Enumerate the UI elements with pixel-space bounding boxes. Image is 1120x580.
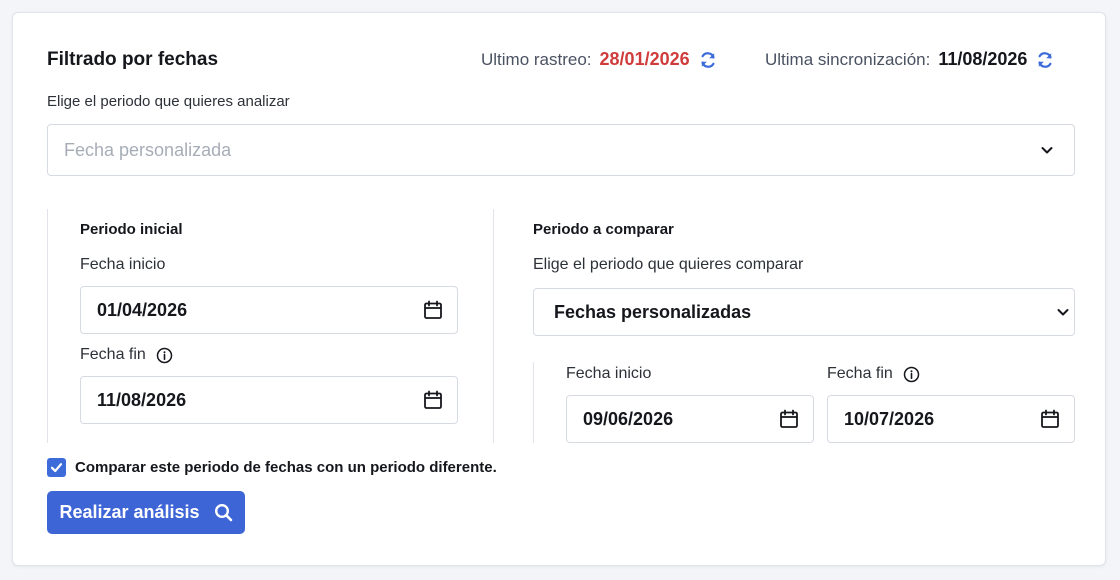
- info-icon[interactable]: [156, 347, 173, 364]
- info-icon[interactable]: [903, 366, 920, 383]
- last-crawl-date: 28/01/2026: [599, 49, 690, 69]
- initial-end-label: Fecha fin: [80, 346, 173, 364]
- initial-start-label: Fecha inicio: [80, 256, 165, 274]
- period-select[interactable]: Fecha personalizada: [47, 124, 1075, 176]
- calendar-icon[interactable]: [423, 300, 443, 320]
- analyze-button[interactable]: Realizar análisis: [47, 491, 245, 534]
- initial-start-date-value: 01/04/2026: [97, 299, 188, 320]
- compare-end-date-input[interactable]: 10/07/2026: [827, 395, 1075, 443]
- compare-checkbox-row[interactable]: Comparar este periodo de fechas con un p…: [47, 458, 497, 477]
- initial-end-label-text: Fecha fin: [80, 346, 146, 363]
- last-sync-date: 11/08/2026: [938, 49, 1028, 69]
- compare-start-date-value: 09/06/2026: [583, 408, 674, 429]
- section-divider: [47, 209, 48, 443]
- initial-end-date-value: 11/08/2026: [97, 389, 187, 410]
- refresh-icon[interactable]: [698, 50, 718, 70]
- compare-select-label: Elige el periodo que quieres comparar: [533, 256, 803, 274]
- last-crawl-info: Ultimo rastreo: 28/01/2026: [481, 49, 718, 70]
- compare-end-label-text: Fecha fin: [827, 365, 893, 382]
- compare-start-date-input[interactable]: 09/06/2026: [566, 395, 814, 443]
- period-select-label: Elige el periodo que quieres analizar: [47, 93, 290, 110]
- compare-checkbox[interactable]: [47, 458, 66, 477]
- calendar-icon[interactable]: [423, 390, 443, 410]
- chevron-down-icon: [1056, 305, 1070, 319]
- compare-end-date-value: 10/07/2026: [844, 408, 935, 429]
- initial-end-date-input[interactable]: 11/08/2026: [80, 376, 458, 424]
- compare-period-title: Periodo a comparar: [533, 221, 674, 238]
- refresh-icon[interactable]: [1035, 50, 1055, 70]
- calendar-icon[interactable]: [779, 409, 799, 429]
- compare-start-label: Fecha inicio: [566, 365, 651, 383]
- compare-start-label-text: Fecha inicio: [566, 365, 652, 382]
- period-select-placeholder: Fecha personalizada: [64, 139, 232, 160]
- initial-start-label-text: Fecha inicio: [80, 256, 166, 273]
- compare-period-select[interactable]: Fechas personalizadas: [533, 288, 1075, 336]
- initial-period-title: Periodo inicial: [80, 221, 183, 238]
- initial-start-date-input[interactable]: 01/04/2026: [80, 286, 458, 334]
- search-icon: [214, 503, 233, 522]
- analyze-button-label: Realizar análisis: [59, 502, 200, 522]
- last-sync-label: Ultima sincronización:: [765, 49, 931, 69]
- compare-end-label: Fecha fin: [827, 365, 920, 383]
- last-sync-info: Ultima sincronización: 11/08/2026: [765, 49, 1055, 70]
- chevron-down-icon: [1040, 143, 1054, 157]
- calendar-icon[interactable]: [1040, 409, 1060, 429]
- section-divider: [493, 209, 494, 443]
- compare-dates-divider: [533, 362, 534, 443]
- date-filter-card: Filtrado por fechas Ultimo rastreo: 28/0…: [12, 12, 1106, 566]
- compare-select-label-text: Elige el periodo que quieres comparar: [533, 256, 804, 273]
- last-crawl-label: Ultimo rastreo:: [481, 49, 592, 69]
- compare-period-select-value: Fechas personalizadas: [554, 301, 752, 322]
- compare-checkbox-label[interactable]: Comparar este periodo de fechas con un p…: [75, 459, 497, 476]
- check-icon: [50, 463, 63, 473]
- page-title: Filtrado por fechas: [47, 49, 219, 70]
